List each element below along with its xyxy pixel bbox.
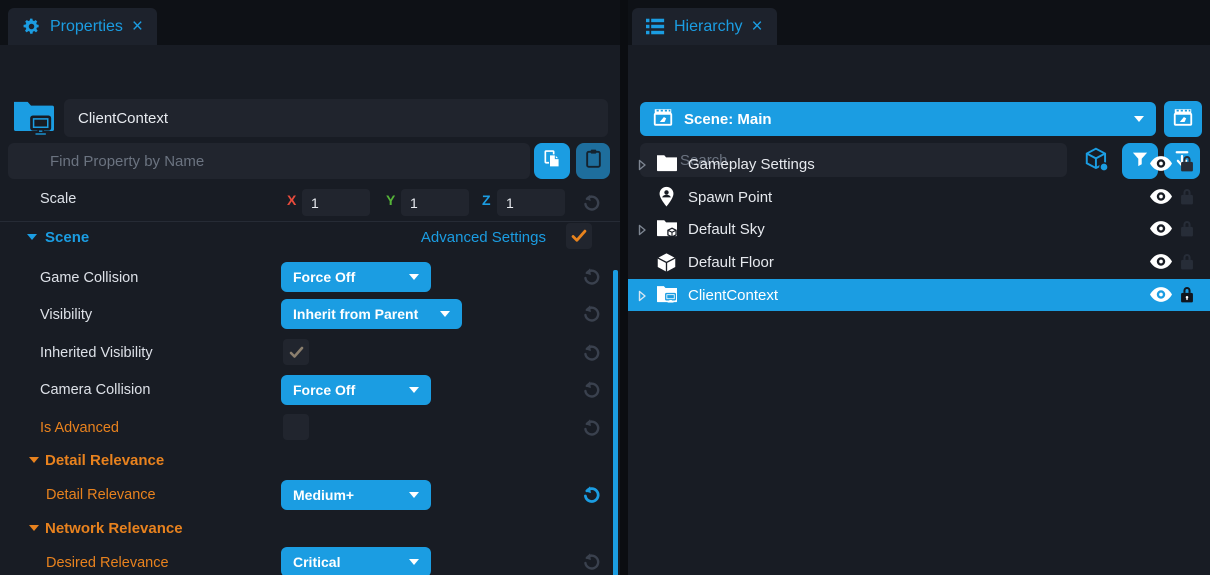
tree-row-default-floor[interactable]: Default Floor [628, 246, 1210, 278]
scale-y-input[interactable] [401, 189, 469, 216]
visibility-eye-icon[interactable] [1150, 189, 1172, 209]
visibility-dropdown[interactable]: Inherit from Parent [281, 299, 462, 329]
chevron-down-icon [1134, 116, 1144, 122]
reset-icon[interactable] [580, 551, 602, 573]
detail-relevance-dropdown[interactable]: Medium+ [281, 480, 431, 510]
scale-label: Scale [40, 191, 76, 207]
folder-cube-icon [656, 218, 678, 243]
axis-y-label: Y [386, 192, 395, 208]
scene-section-title[interactable]: Scene [45, 229, 89, 246]
lock-icon[interactable] [1179, 252, 1195, 276]
hierarchy-list-icon [646, 17, 665, 36]
paste-icon [584, 148, 603, 174]
hierarchy-panel: Hierarchy × Scene: Main [628, 0, 1210, 575]
inherited-visibility-checkbox[interactable] [283, 339, 309, 365]
editor-window: Properties × [0, 0, 1210, 575]
chevron-down-icon [409, 492, 419, 498]
scene-selector-label: Scene: Main [684, 111, 1126, 128]
client-context-folder-icon [656, 284, 678, 309]
scale-z-input[interactable] [497, 189, 565, 216]
object-name-field[interactable] [64, 99, 608, 137]
reset-icon[interactable] [580, 266, 602, 288]
vertical-scrollbar[interactable] [613, 270, 618, 575]
chevron-right-icon[interactable] [638, 223, 647, 241]
scale-x-input[interactable] [302, 189, 370, 216]
close-icon[interactable]: × [132, 17, 143, 36]
close-icon[interactable]: × [751, 17, 762, 36]
visibility-eye-icon[interactable] [1150, 156, 1172, 176]
scene-selector-dropdown[interactable]: Scene: Main [640, 102, 1156, 136]
lock-icon[interactable] [1179, 154, 1195, 178]
reset-icon[interactable] [580, 484, 602, 506]
game-collision-dropdown[interactable]: Force Off [281, 262, 431, 292]
copy-button[interactable] [534, 143, 570, 179]
paste-button[interactable] [576, 143, 610, 179]
tree-row-spawn-point[interactable]: Spawn Point [628, 181, 1210, 213]
hierarchy-body: Scene: Main [628, 45, 1210, 575]
tree-row-gameplay-settings[interactable]: Gameplay Settings [628, 148, 1210, 180]
gear-icon [22, 17, 41, 36]
camera-collision-label: Camera Collision [40, 382, 150, 398]
visibility-eye-icon[interactable] [1150, 287, 1172, 307]
tab-hierarchy-label: Hierarchy [674, 18, 742, 36]
spawn-point-icon [656, 186, 677, 213]
axis-z-label: Z [482, 192, 491, 208]
properties-body: Scale X Y Z Scene Advanced Settings Game… [0, 45, 620, 575]
divider [0, 221, 620, 222]
scene-clapperboard-icon [1172, 106, 1194, 133]
network-relevance-section-title[interactable]: Network Relevance [45, 520, 183, 537]
chevron-down-icon[interactable] [27, 234, 37, 240]
lock-icon[interactable] [1179, 187, 1195, 211]
lock-icon[interactable] [1179, 219, 1195, 243]
chevron-right-icon[interactable] [638, 158, 647, 176]
chevron-down-icon[interactable] [29, 525, 39, 531]
folder-icon [656, 153, 678, 178]
copy-icon [542, 149, 562, 174]
tab-properties-label: Properties [50, 18, 123, 36]
lock-icon[interactable] [1179, 285, 1195, 309]
detail-relevance-label: Detail Relevance [46, 487, 156, 503]
game-collision-label: Game Collision [40, 270, 138, 286]
chevron-down-icon [409, 274, 419, 280]
reset-icon[interactable] [580, 192, 602, 214]
visibility-label: Visibility [40, 307, 92, 323]
properties-panel: Properties × [0, 0, 620, 575]
tab-properties[interactable]: Properties × [8, 8, 157, 45]
property-search-input[interactable] [8, 143, 530, 179]
tab-hierarchy[interactable]: Hierarchy × [632, 8, 777, 45]
tree-row-default-sky[interactable]: Default Sky [628, 213, 1210, 245]
desired-relevance-dropdown[interactable]: Critical [281, 547, 431, 575]
inherited-visibility-label: Inherited Visibility [40, 345, 153, 361]
scene-settings-button[interactable] [1164, 101, 1202, 137]
chevron-down-icon[interactable] [29, 457, 39, 463]
chevron-right-icon[interactable] [638, 289, 647, 307]
camera-collision-dropdown[interactable]: Force Off [281, 375, 431, 405]
advanced-settings-label: Advanced Settings [421, 229, 546, 246]
cube-icon [656, 252, 677, 278]
reset-icon[interactable] [580, 379, 602, 401]
scene-clapperboard-icon [652, 106, 674, 133]
chevron-down-icon [440, 311, 450, 317]
desired-relevance-label: Desired Relevance [46, 555, 169, 571]
is-advanced-label: Is Advanced [40, 420, 119, 436]
reset-icon[interactable] [580, 417, 602, 439]
visibility-eye-icon[interactable] [1150, 221, 1172, 241]
advanced-settings-checkbox[interactable] [566, 223, 592, 249]
client-context-folder-icon [12, 96, 56, 141]
visibility-eye-icon[interactable] [1150, 254, 1172, 274]
is-advanced-checkbox[interactable] [283, 414, 309, 440]
reset-icon[interactable] [580, 342, 602, 364]
axis-x-label: X [287, 192, 296, 208]
tree-row-client-context[interactable]: ClientContext [628, 279, 1210, 311]
chevron-down-icon [409, 387, 419, 393]
detail-relevance-section-title[interactable]: Detail Relevance [45, 452, 164, 469]
reset-icon[interactable] [580, 303, 602, 325]
chevron-down-icon [409, 559, 419, 565]
